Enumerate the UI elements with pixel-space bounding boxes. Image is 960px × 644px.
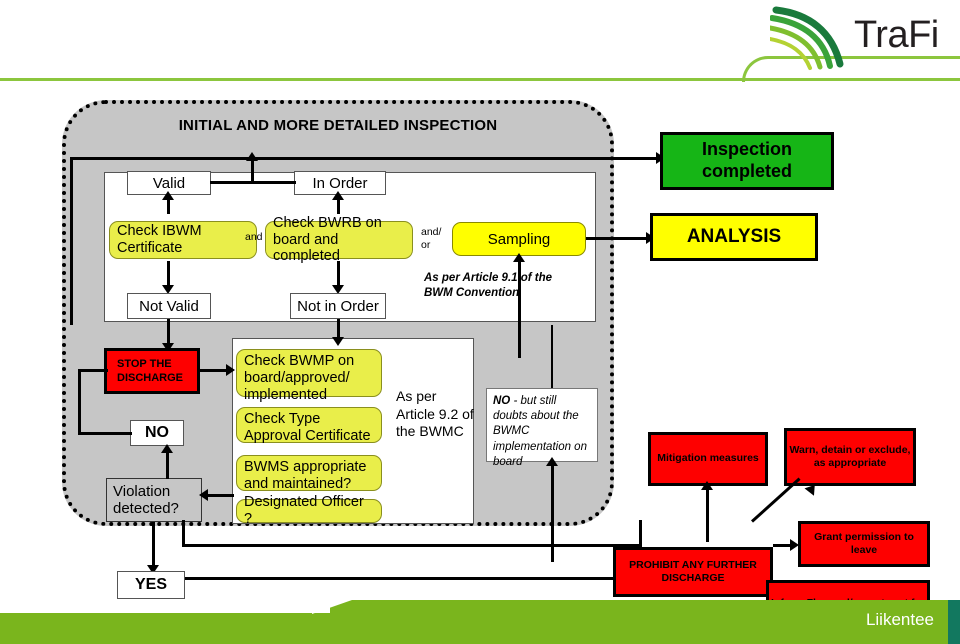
node-bwms-maintained[interactable]: BWMS appropriate and maintained?	[236, 455, 382, 492]
conn-notvalid-stop	[167, 319, 170, 345]
node-analysis-label: ANALYSIS	[686, 226, 782, 247]
node-stop-discharge-label: STOP THE DISCHARGE	[117, 357, 184, 384]
node-valid-label: Valid	[152, 174, 186, 192]
arrowhead-stop-bwmp	[226, 364, 235, 376]
note-doubts-bold: NO	[493, 395, 511, 407]
node-no-label: NO	[145, 424, 169, 441]
conn-route-up-right	[639, 520, 642, 547]
node-not-in-order-label: Not in Order	[297, 297, 379, 315]
node-check-type-approval-label: Check Type Approval Certificate	[244, 411, 371, 444]
conn-no-left	[78, 432, 132, 435]
node-check-ibwm-label: Check IBWM Certificate	[117, 223, 202, 256]
conn-top-to-doubts	[551, 325, 553, 388]
conn-bwrb-notinorder	[337, 261, 340, 287]
conn-yes-prohibit	[185, 577, 635, 580]
arrowhead-up-frame	[246, 152, 258, 161]
node-mitigation-measures[interactable]: Mitigation measures	[648, 432, 768, 486]
arrowhead-notinorder-checks	[332, 337, 344, 346]
footer-band: Liikentee	[0, 600, 960, 644]
node-warn-detain-label: Warn, detain or exclude, as appropriate	[789, 443, 911, 469]
node-inspection-completed[interactable]: Inspection completed	[660, 132, 834, 190]
conn-no-left-up	[78, 369, 81, 434]
node-not-valid-label: Not Valid	[139, 297, 199, 315]
connector-and-or-label-2: or	[421, 239, 431, 251]
arrowhead-ibwm-valid	[162, 191, 174, 200]
conn-ibwm-notvalid	[167, 261, 170, 287]
arrowhead-mitigation-up	[701, 481, 713, 490]
node-grant-permission[interactable]: Grant permission to leave	[798, 521, 930, 567]
node-yes[interactable]: YES	[117, 571, 185, 599]
conn-mitigation-up	[706, 486, 709, 542]
node-violation-detected[interactable]: Violation detected?	[106, 478, 202, 522]
arrowhead-bwrb-inorder	[332, 191, 344, 200]
node-violation-detected-label: Violation detected?	[113, 483, 179, 517]
arrowhead-checks-violation	[199, 489, 208, 501]
conn-checks-bottom-route-up	[182, 520, 185, 547]
connector-and-label: and	[245, 231, 263, 243]
conn-violation-yes	[152, 522, 155, 568]
conn-sampling-analysis	[586, 237, 648, 240]
node-sampling[interactable]: Sampling	[452, 222, 586, 256]
node-designated-officer[interactable]: Designated Officer ?	[236, 494, 382, 527]
node-bwms-maintained-label: BWMS appropriate and maintained?	[244, 459, 367, 492]
trafi-logo: TraFi	[767, 6, 950, 72]
zone-title: INITIAL AND MORE DETAILED INSPECTION	[178, 117, 498, 134]
footer-text: Liikentee	[865, 610, 934, 629]
conn-no-left-top	[78, 369, 108, 372]
node-yes-label: YES	[134, 576, 167, 593]
conn-violation-no	[166, 451, 169, 479]
conn-checks-violation	[204, 494, 234, 497]
conn-ibwm-valid	[167, 198, 170, 214]
note-doubts-box: NO - but still doubts about the BWMC imp…	[486, 388, 598, 468]
conn-checks-bottom-route	[182, 544, 642, 547]
arrowhead-violation-no	[161, 444, 173, 453]
node-in-order-label: In Order	[312, 174, 368, 192]
node-stop-discharge[interactable]: STOP THE DISCHARGE	[104, 348, 200, 394]
connector-and-or-label-1: and/	[421, 226, 442, 238]
node-check-bwrb[interactable]: Check BWRB on board and completed	[265, 215, 413, 264]
node-check-bwmp-label: Check BWMP on board/approved/ implemente…	[244, 353, 355, 403]
node-mitigation-measures-label: Mitigation measures	[657, 452, 759, 465]
node-sampling-label: Sampling	[487, 230, 551, 248]
node-not-valid[interactable]: Not Valid	[127, 293, 211, 319]
node-check-type-approval[interactable]: Check Type Approval Certificate	[236, 407, 382, 444]
conn-up-to-frame	[251, 160, 254, 184]
arrowhead-doubts-stem	[546, 457, 558, 466]
conn-stop-bwmp	[200, 369, 228, 372]
conn-doubts-up-stem	[551, 462, 554, 562]
node-grant-permission-label: Grant permission to leave	[814, 530, 914, 556]
node-analysis[interactable]: ANALYSIS	[650, 213, 818, 261]
node-check-ibwm[interactable]: Check IBWM Certificate	[109, 221, 257, 259]
slide-canvas: TraFi INITIAL AND MORE DETAILED INSPECTI…	[0, 0, 960, 644]
node-check-bwmp[interactable]: Check BWMP on board/approved/ implemente…	[236, 349, 382, 403]
node-check-bwrb-label: Check BWRB on board and completed	[273, 214, 382, 265]
node-not-in-order[interactable]: Not in Order	[290, 293, 386, 319]
arrowhead-sampling-stem	[513, 253, 525, 262]
conn-frame-to-completed	[268, 157, 658, 160]
node-prohibit-discharge[interactable]: PROHIBIT ANY FURTHER DISCHARGE	[613, 547, 773, 597]
arrowhead-prohibit-grant	[790, 539, 799, 551]
logo-wordmark: TraFi	[854, 14, 939, 56]
node-no[interactable]: NO	[130, 420, 184, 446]
conn-bwrb-inorder	[337, 198, 340, 214]
note-article-91: As per Article 9.1 of the BWM Convention	[424, 272, 553, 299]
node-prohibit-discharge-label: PROHIBIT ANY FURTHER DISCHARGE	[629, 558, 757, 584]
node-inspection-completed-label: Inspection completed	[701, 139, 793, 181]
footer-accent-block	[948, 600, 960, 644]
note-article-92: As per Article 9.2 of the BWMC	[396, 388, 474, 439]
node-warn-detain[interactable]: Warn, detain or exclude, as appropriate	[784, 428, 916, 486]
node-designated-officer-label: Designated Officer ?	[244, 494, 364, 527]
conn-sampling-up-stem	[518, 258, 521, 358]
